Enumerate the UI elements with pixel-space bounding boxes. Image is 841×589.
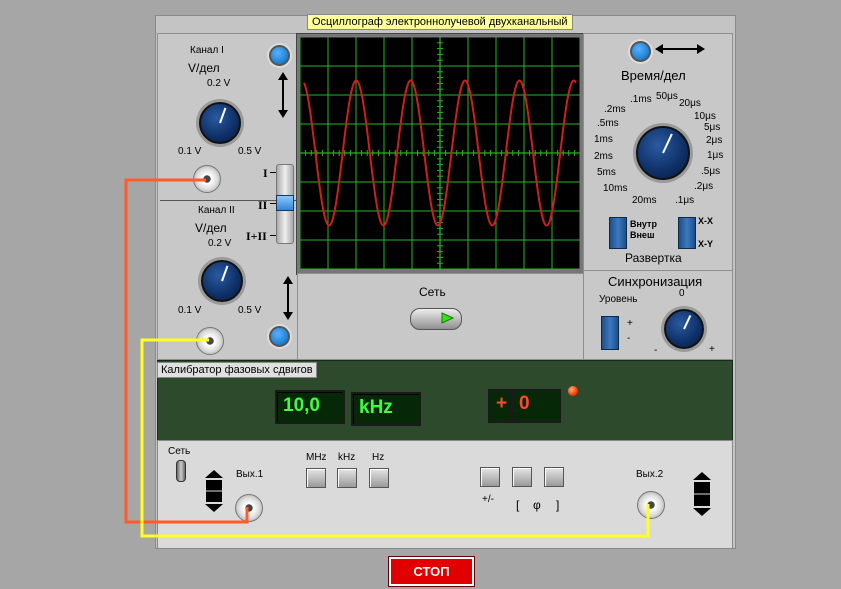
red-wire (124, 178, 249, 524)
connection-wires (124, 178, 650, 538)
yellow-wire (140, 338, 650, 538)
stop-button[interactable]: СТОП (389, 557, 474, 586)
